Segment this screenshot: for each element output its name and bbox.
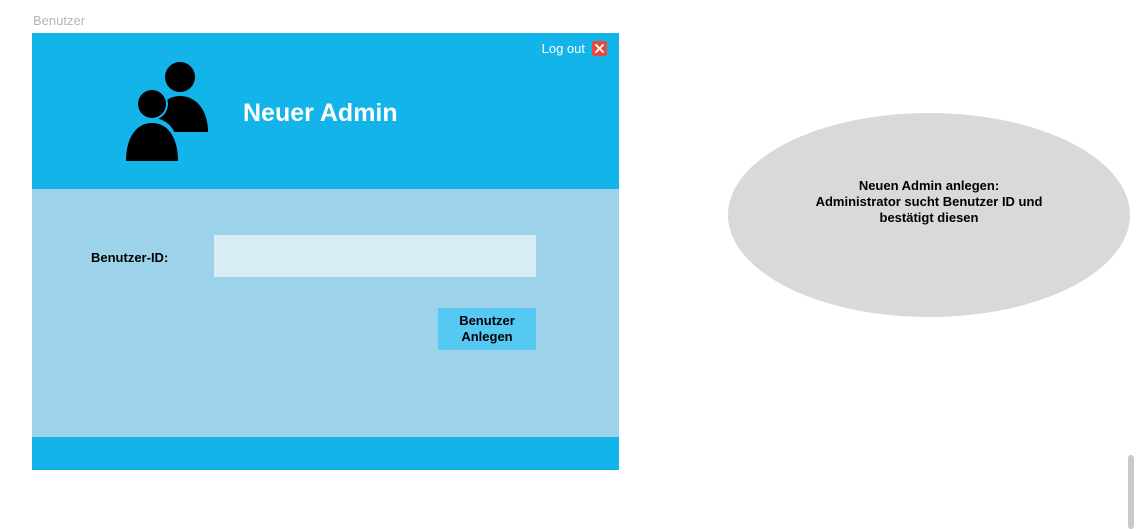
app-window: Log out Neuer Admin Benutzer-ID: Benutze… bbox=[32, 33, 619, 470]
users-icon bbox=[124, 62, 208, 161]
user-id-input[interactable] bbox=[214, 235, 536, 277]
page-title: Neuer Admin bbox=[243, 99, 398, 127]
logout-button[interactable]: Log out bbox=[542, 41, 607, 56]
create-user-button[interactable]: Benutzer Anlegen bbox=[438, 308, 536, 350]
note-line: bestätigt diesen bbox=[879, 210, 979, 225]
footer-bar bbox=[32, 437, 619, 470]
note-line: Administrator sucht Benutzer ID und bbox=[815, 194, 1043, 209]
scrollbar[interactable] bbox=[1128, 455, 1134, 529]
close-icon[interactable] bbox=[592, 41, 607, 56]
header-bar: Log out Neuer Admin bbox=[32, 33, 619, 189]
frame-label: Benutzer bbox=[33, 13, 86, 28]
logout-label: Log out bbox=[541, 41, 585, 56]
annotation-note: Neuen Admin anlegen: Administrator sucht… bbox=[728, 113, 1130, 317]
user-id-label: Benutzer-ID: bbox=[91, 250, 169, 265]
note-line: Neuen Admin anlegen: bbox=[858, 178, 1000, 193]
